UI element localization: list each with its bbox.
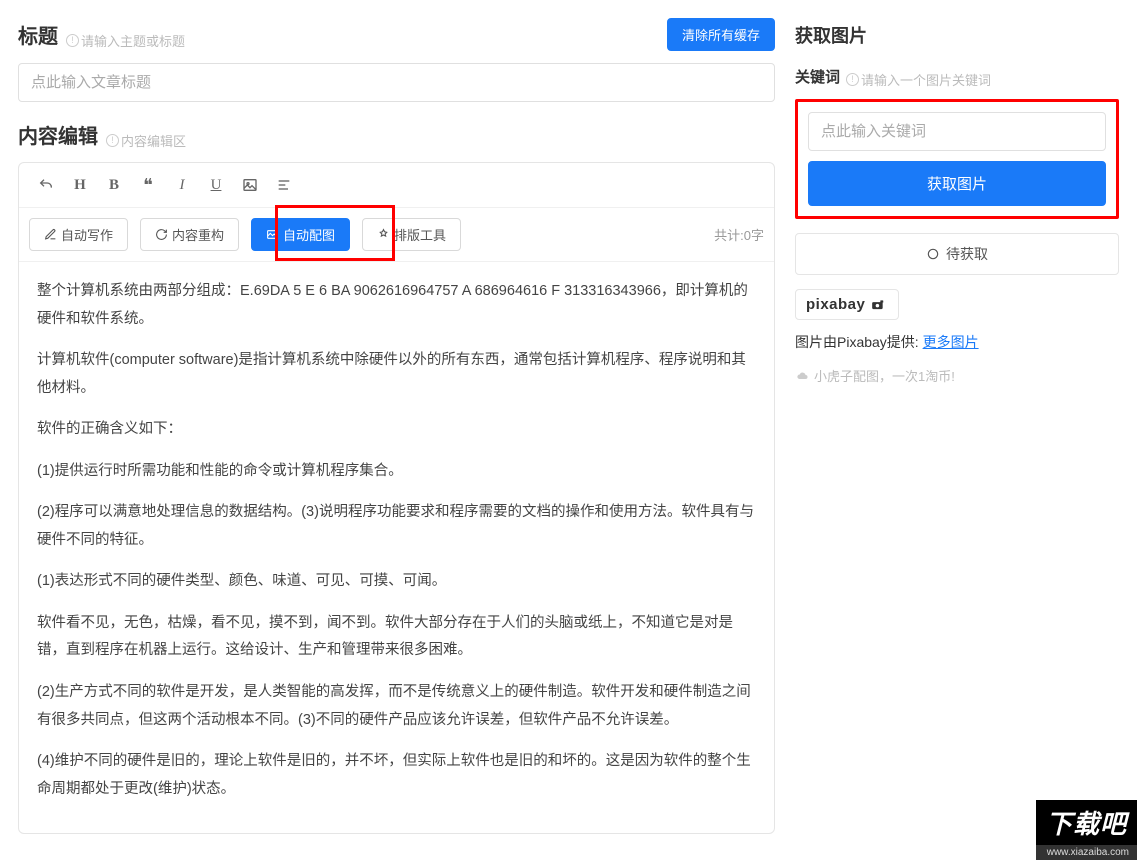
- content-hint: ! 内容编辑区: [106, 131, 186, 150]
- title-heading: 标题: [18, 20, 58, 49]
- footer-note: 小虎子配图，一次1淘币!: [795, 366, 1119, 385]
- content-heading: 内容编辑: [18, 120, 98, 149]
- undo-icon[interactable]: [29, 171, 63, 199]
- editor-content[interactable]: 整个计算机系统由两部分组成：E.69DA 5 E 6 BA 9062616964…: [19, 262, 774, 833]
- image-icon[interactable]: [233, 171, 267, 199]
- auto-image-button[interactable]: 自动配图: [251, 218, 350, 251]
- paragraph: (1)提供运行时所需功能和性能的命令或计算机程序集合。: [37, 458, 756, 486]
- watermark: 下载吧 www.xiazaiba.com: [1036, 800, 1137, 860]
- bold-icon[interactable]: B: [97, 171, 131, 199]
- word-count: 共计:0字: [714, 225, 764, 244]
- pixabay-badge: pixabay: [795, 289, 899, 320]
- info-icon: !: [106, 134, 119, 147]
- keyword-input[interactable]: [808, 112, 1106, 151]
- align-icon[interactable]: [267, 171, 301, 199]
- info-icon: !: [846, 73, 859, 86]
- heading-icon[interactable]: H: [63, 171, 97, 199]
- image-match-icon: [266, 228, 279, 241]
- highlight-annotation: 获取图片: [795, 99, 1119, 219]
- format-toolbar: H B ❝ I U: [19, 163, 774, 208]
- paragraph: 软件的正确含义如下：: [37, 416, 756, 444]
- cloud-icon: [795, 370, 810, 382]
- italic-icon[interactable]: I: [165, 171, 199, 199]
- action-toolbar: 自动写作 内容重构 自动配图 排版工具 共计:0字: [19, 208, 774, 262]
- quote-icon[interactable]: ❝: [131, 171, 165, 199]
- auto-write-button[interactable]: 自动写作: [29, 218, 128, 251]
- paragraph: 整个计算机系统由两部分组成：E.69DA 5 E 6 BA 9062616964…: [37, 278, 756, 333]
- underline-icon[interactable]: U: [199, 171, 233, 199]
- paragraph: (2)程序可以满意地处理信息的数据结构。(3)说明程序功能要求和程序需要的文档的…: [37, 499, 756, 554]
- keyword-hint: ! 请输入一个图片关键词: [846, 70, 991, 89]
- paragraph: 软件看不见，无色，枯燥，看不见，摸不到，闻不到。软件大部分存在于人们的头脑或纸上…: [37, 610, 756, 665]
- paragraph: 计算机软件(computer software)是指计算机系统中除硬件以外的所有…: [37, 347, 756, 402]
- info-icon: !: [66, 34, 79, 47]
- sidebar-panel: 获取图片 关键词 ! 请输入一个图片关键词 获取图片 待获取 pixabay: [787, 0, 1137, 860]
- fetch-image-button[interactable]: 获取图片: [808, 161, 1106, 206]
- paragraph: (1)表达形式不同的硬件类型、颜色、味道、可见、可摸、可闻。: [37, 568, 756, 596]
- title-hint: ! 请输入主题或标题: [66, 31, 185, 50]
- main-panel: 标题 ! 请输入主题或标题 清除所有缓存 内容编辑 ! 内容编辑区 H: [0, 0, 787, 860]
- refresh-icon: [155, 228, 168, 241]
- editor-box: H B ❝ I U 自动写作 内容重构: [18, 162, 775, 834]
- circle-icon: [926, 247, 940, 261]
- layout-tool-button[interactable]: 排版工具: [362, 218, 461, 251]
- clear-cache-button[interactable]: 清除所有缓存: [667, 18, 775, 51]
- paragraph: (4)维护不同的硬件是旧的，理论上软件是旧的，并不坏，但实际上软件也是旧的和坏的…: [37, 748, 756, 803]
- camera-icon: [868, 298, 888, 312]
- pencil-icon: [44, 228, 57, 241]
- sidebar-title: 获取图片: [795, 22, 1119, 48]
- content-restructure-button[interactable]: 内容重构: [140, 218, 239, 251]
- keyword-label: 关键词: [795, 66, 840, 87]
- layout-icon: [377, 228, 390, 241]
- pending-status-button[interactable]: 待获取: [795, 233, 1119, 275]
- more-images-link[interactable]: 更多图片: [923, 334, 979, 350]
- paragraph: (2)生产方式不同的软件是开发，是人类智能的高发挥，而不是传统意义上的硬件制造。…: [37, 679, 756, 734]
- article-title-input[interactable]: [18, 63, 775, 102]
- provider-text: 图片由Pixabay提供: 更多图片: [795, 332, 1119, 352]
